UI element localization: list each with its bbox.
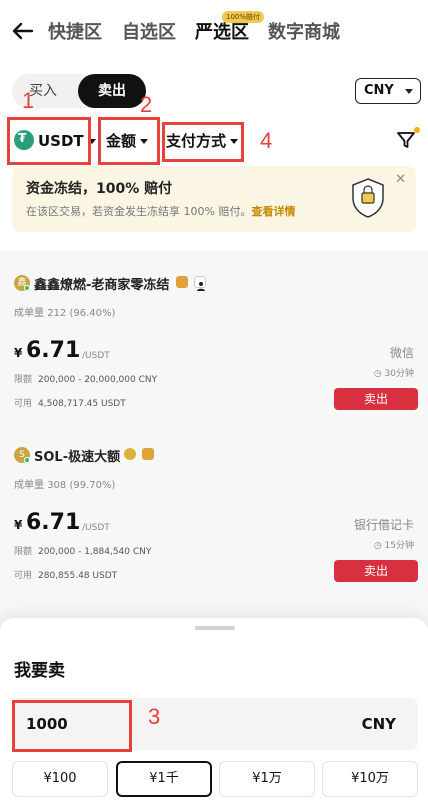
preset-amount-100[interactable]: ¥100: [12, 761, 108, 797]
annotation-box-1: [7, 117, 91, 165]
fiat-currency-value: CNY: [364, 83, 394, 98]
annotation-box-3: [12, 700, 132, 752]
online-status-dot: [24, 457, 30, 463]
order-volume-value: 308 (99.70%): [47, 480, 116, 491]
header: 快捷区 自选区 严选区 100%赔付 数字商城: [0, 11, 428, 50]
available-label: 可用: [14, 399, 33, 409]
preset-amount-1k[interactable]: ¥1千: [116, 761, 212, 797]
banner-title: 资金冻结，100% 赔付: [26, 181, 173, 197]
compensation-banner: 资金冻结，100% 赔付 在该区交易，若资金发生冻结享 100% 赔付。查看详情…: [12, 166, 416, 232]
limit-value: 200,000 - 1,884,540 CNY: [38, 547, 152, 557]
fiat-currency-select[interactable]: CNY: [355, 78, 421, 104]
merchant-verified-icon: [142, 448, 154, 460]
merchant-name[interactable]: 鑫鑫燎燃-老商家零冻结: [34, 274, 169, 293]
available-label: 可用: [14, 571, 33, 581]
payment-time-value: 30分钟: [384, 369, 414, 379]
annotation-number-2: 2: [140, 92, 153, 117]
amount-currency: CNY: [361, 715, 396, 733]
clock-icon: ◷: [373, 369, 382, 379]
limit-value: 200,000 - 20,000,000 CNY: [38, 375, 158, 385]
merchant-medal-icon: [124, 448, 136, 460]
annotation-number-4: 4: [260, 128, 273, 153]
unit-price: 6.71: [26, 338, 81, 363]
payment-time: ◷ 30分钟: [374, 366, 414, 379]
compensation-badge: 100%赔付: [222, 11, 265, 23]
sheet-title: 我要卖: [14, 661, 65, 681]
banner-details-link[interactable]: 查看详情: [251, 205, 295, 218]
available-amount: 可用 280,855.48 USDT: [14, 568, 117, 581]
order-volume-label: 成单量: [14, 480, 44, 491]
merchant-verified-icon: [176, 276, 188, 288]
clock-icon: ◷: [373, 541, 382, 551]
available-value: 4,508,717.45 USDT: [38, 399, 126, 409]
sheet-drag-handle[interactable]: [195, 626, 235, 630]
sell-button[interactable]: 卖出: [334, 388, 418, 410]
price-unit: /USDT: [82, 351, 110, 361]
price-unit: /USDT: [82, 523, 110, 533]
close-icon[interactable]: ✕: [395, 172, 406, 187]
sell-button[interactable]: 卖出: [334, 560, 418, 582]
filter-indicator-dot: [414, 127, 420, 133]
currency-symbol: ¥: [14, 518, 23, 532]
payment-method: 银行借记卡: [353, 518, 414, 532]
tab-favorites[interactable]: 自选区: [122, 18, 176, 44]
banner-subtitle-text: 在该区交易，若资金发生冻结享 100% 赔付。: [26, 205, 252, 218]
annotation-box-4: [162, 122, 244, 162]
tab-quick[interactable]: 快捷区: [48, 18, 102, 44]
payment-time: ◷ 15分钟: [374, 538, 414, 551]
available-amount: 可用 4,508,717.45 USDT: [14, 396, 126, 409]
limit-label: 限额: [14, 375, 33, 385]
online-status-dot: [24, 285, 30, 291]
tab-digital-mall[interactable]: 数字商城: [268, 18, 340, 44]
order-volume: 成单量 212 (96.40%): [14, 304, 115, 319]
shield-icon: [352, 178, 384, 218]
annotation-number-3: 3: [148, 704, 161, 729]
merchant-name[interactable]: SOL-极速大额: [34, 446, 120, 465]
annotation-number-1: 1: [22, 88, 35, 113]
banner-subtitle: 在该区交易，若资金发生冻结享 100% 赔付。查看详情: [26, 203, 295, 219]
back-arrow-icon[interactable]: [10, 16, 36, 46]
currency-symbol: ¥: [14, 346, 23, 360]
order-volume-label: 成单量: [14, 308, 44, 319]
trade-limits: 限额 200,000 - 20,000,000 CNY: [14, 372, 157, 385]
available-value: 280,855.48 USDT: [38, 571, 118, 581]
merchant-person-icon: [194, 276, 206, 291]
limit-label: 限额: [14, 547, 33, 557]
annotation-box-2: [98, 117, 160, 165]
filter-funnel-icon[interactable]: [396, 130, 416, 150]
order-volume-value: 212 (96.40%): [47, 308, 116, 319]
preset-amount-100k[interactable]: ¥10万: [322, 761, 418, 797]
unit-price: 6.71: [26, 510, 81, 535]
sell-tab[interactable]: 卖出: [78, 74, 146, 108]
trade-limits: 限额 200,000 - 1,884,540 CNY: [14, 544, 151, 557]
preset-amount-10k[interactable]: ¥1万: [219, 761, 315, 797]
payment-method: 微信: [389, 346, 414, 360]
order-volume: 成单量 308 (99.70%): [14, 476, 115, 491]
payment-time-value: 15分钟: [384, 541, 414, 551]
p2p-trade-page: 快捷区 自选区 严选区 100%赔付 数字商城 买入 卖出 CNY USDT 金…: [0, 0, 428, 802]
chevron-down-icon: [405, 89, 413, 94]
